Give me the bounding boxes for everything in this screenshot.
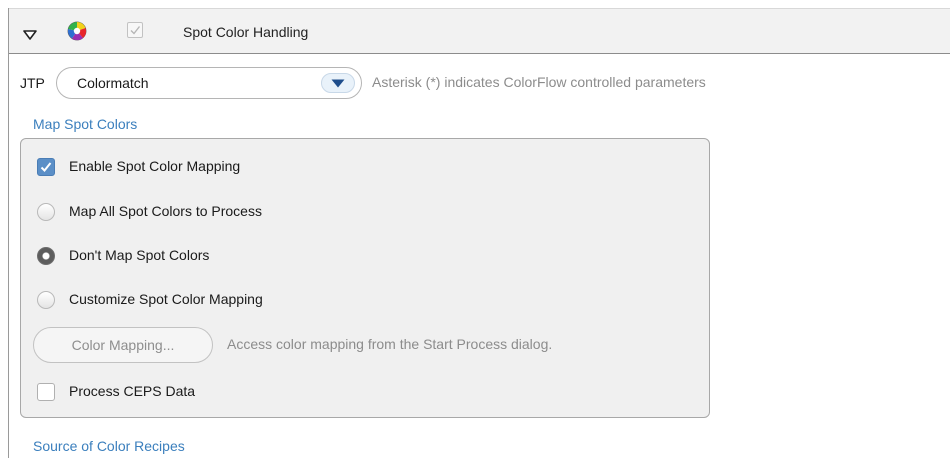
map-spot-colors-group: Enable Spot Color Mapping Map All Spot C… <box>20 138 710 418</box>
map-all-radio[interactable] <box>37 203 55 221</box>
colorflow-note: Asterisk (*) indicates ColorFlow control… <box>372 74 706 90</box>
color-mapping-button[interactable]: Color Mapping... <box>33 327 213 363</box>
dont-map-label: Don't Map Spot Colors <box>69 247 210 263</box>
map-spot-colors-title: Map Spot Colors <box>33 116 138 132</box>
jtp-selected-value: Colormatch <box>77 75 149 91</box>
jtp-label: JTP <box>20 75 45 91</box>
process-ceps-label: Process CEPS Data <box>69 383 196 399</box>
panel-left-border <box>8 8 9 458</box>
section-enable-checkbox[interactable] <box>127 22 143 38</box>
dropdown-arrow-icon[interactable] <box>321 73 355 93</box>
customize-radio[interactable] <box>37 291 55 309</box>
color-wheel-icon <box>67 21 87 41</box>
collapse-triangle-icon[interactable] <box>23 27 37 43</box>
customize-label: Customize Spot Color Mapping <box>69 291 263 307</box>
map-all-label: Map All Spot Colors to Process <box>69 203 262 219</box>
jtp-dropdown[interactable]: Colormatch <box>56 67 362 99</box>
enable-spot-color-mapping-checkbox[interactable] <box>37 158 55 176</box>
enable-spot-color-mapping-label: Enable Spot Color Mapping <box>69 158 241 174</box>
color-mapping-note: Access color mapping from the Start Proc… <box>227 336 553 352</box>
process-ceps-checkbox[interactable] <box>37 383 55 401</box>
dont-map-radio[interactable] <box>37 247 55 265</box>
source-of-color-recipes-title: Source of Color Recipes <box>33 438 185 454</box>
section-title: Spot Color Handling <box>183 24 309 40</box>
section-header[interactable]: Spot Color Handling <box>9 9 950 54</box>
